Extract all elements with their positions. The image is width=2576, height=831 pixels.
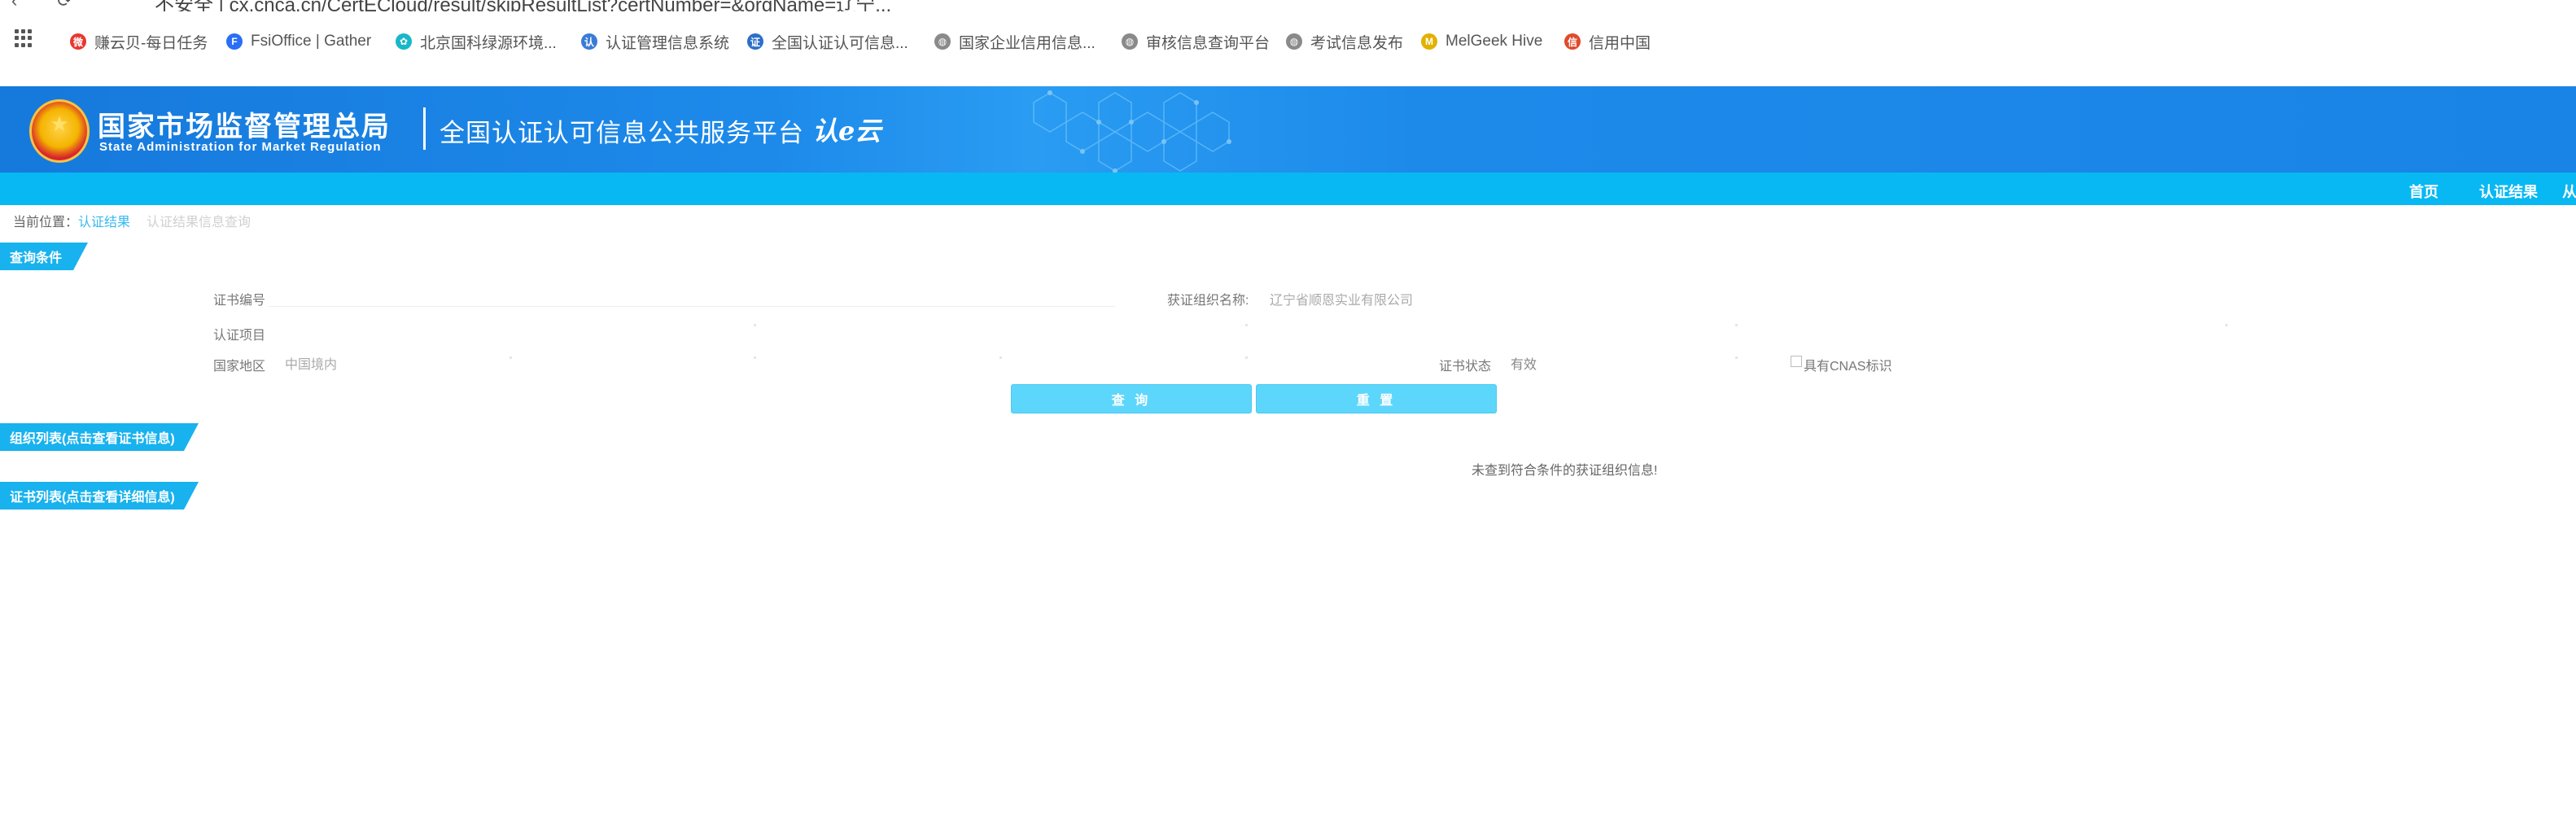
bookmark-item[interactable]: M MelGeek Hive (1421, 31, 1542, 52)
bookmark-label: 信用中国 (1589, 34, 1651, 52)
url-text[interactable]: 不安全 | cx.cnca.cn/CertECloud/result/skipR… (155, 0, 891, 11)
leaf-icon: ✿ (396, 33, 412, 50)
nav-item-home[interactable]: 首页 (2409, 181, 2438, 202)
agency-name-en: State Administration for Market Regulati… (99, 140, 382, 154)
bookmark-label: 国家企业信用信息... (959, 34, 1096, 52)
nav-item-more[interactable]: 从 (2562, 181, 2576, 202)
cnas-checkbox[interactable] (1791, 356, 1802, 367)
bookmark-item[interactable]: ◍ 审核信息查询平台 (1122, 31, 1270, 52)
bookmark-label: FsiOffice | Gather (251, 33, 372, 50)
breadcrumb: 当前位置：认证结果 认证结果信息查询 (13, 211, 251, 230)
breadcrumb-current: 认证结果信息查询 (147, 216, 251, 230)
bookmark-item[interactable]: 微赚云贝-每日任务 (70, 31, 208, 52)
back-forward-icons[interactable]: ‹ ⟳ (11, 0, 72, 11)
bookmark-label: 北京国科绿源环境... (420, 34, 557, 52)
melgeek-icon: M (1421, 33, 1437, 50)
nav-item-cert-results[interactable]: 认证结果 (2479, 181, 2538, 202)
site-header: 国家市场监督管理总局 State Administration for Mark… (0, 86, 2576, 173)
globe-icon: ◍ (1122, 33, 1138, 50)
cert-system-icon: 认 (581, 33, 597, 50)
bookmark-item[interactable]: 信信用中国 (1564, 31, 1651, 52)
org-name-input[interactable]: 辽宁省顺恩实业有限公司 (1270, 289, 1413, 308)
bookmark-item[interactable]: F FsiOffice | Gather (226, 31, 371, 52)
breadcrumb-link-cert-results[interactable]: 认证结果 (78, 216, 130, 230)
hexagon-pattern-decoration (1033, 90, 1231, 173)
search-button[interactable]: 查 询 (1011, 384, 1252, 413)
apps-grid-icon[interactable] (15, 29, 33, 47)
bookmark-item[interactable]: ✿ 北京国科绿源环境... (396, 31, 557, 52)
bookmark-label: 赚云贝-每日任务 (94, 34, 208, 52)
platform-title: 全国认证认可信息公共服务平台 (440, 119, 804, 147)
section-tab-org-list: 组织列表(点击查看证书信息) (0, 423, 199, 451)
breadcrumb-prefix: 当前位置： (13, 216, 79, 230)
national-emblem-icon (29, 99, 90, 163)
bookmark-item[interactable]: 认认证管理信息系统 (581, 31, 729, 52)
bookmark-label: 认证管理信息系统 (606, 34, 730, 52)
browser-address-bar[interactable]: ‹ ⟳ 不安全 | cx.cnca.cn/CertECloud/result/s… (0, 0, 2576, 11)
cnas-label: 具有CNAS标识 (1804, 360, 1892, 374)
cert-status-label: 证书状态 (1439, 360, 1492, 374)
renyun-logo: 认e云 (812, 116, 881, 147)
globe-icon: ◍ (1286, 33, 1302, 50)
region-label: 国家地区 (213, 360, 266, 374)
globe-icon: ◍ (934, 33, 951, 50)
bookmark-label: 考试信息发布 (1310, 34, 1404, 52)
cert-platform-icon: 证 (747, 33, 763, 50)
bookmark-item[interactable]: 证全国认证认可信息... (747, 31, 908, 52)
cert-item-label: 认证项目 (213, 329, 266, 343)
agency-name-cn: 国家市场监督管理总局 (98, 112, 391, 142)
bookmark-label: MelGeek Hive (1445, 33, 1543, 50)
bookmark-item[interactable]: ◍ 考试信息发布 (1286, 31, 1403, 52)
cert-number-label: 证书编号 (213, 294, 266, 308)
main-nav-bar: 首页 认证结果 从 (0, 173, 2576, 205)
weibo-icon: 微 (70, 33, 86, 50)
cert-number-input[interactable] (269, 306, 1115, 307)
bookmark-label: 审核信息查询平台 (1146, 34, 1271, 52)
reset-button[interactable]: 重 置 (1256, 384, 1497, 413)
org-name-label: 获证组织名称: (1167, 294, 1249, 308)
section-tab-cert-list: 证书列表(点击查看详细信息) (0, 482, 199, 510)
fsioffice-icon: F (226, 33, 243, 50)
cert-status-select[interactable]: 有效 (1511, 353, 1537, 373)
credit-china-icon: 信 (1564, 33, 1581, 50)
bookmark-label: 全国认证认可信息... (772, 34, 908, 52)
bookmark-item[interactable]: ◍ 国家企业信用信息... (934, 31, 1096, 52)
empty-results-message: 未查到符合条件的获证组织信息! (1472, 464, 1658, 478)
region-select[interactable]: 中国境内 (285, 353, 337, 373)
header-divider (423, 107, 426, 150)
section-tab-query-conditions: 查询条件 (0, 243, 88, 270)
